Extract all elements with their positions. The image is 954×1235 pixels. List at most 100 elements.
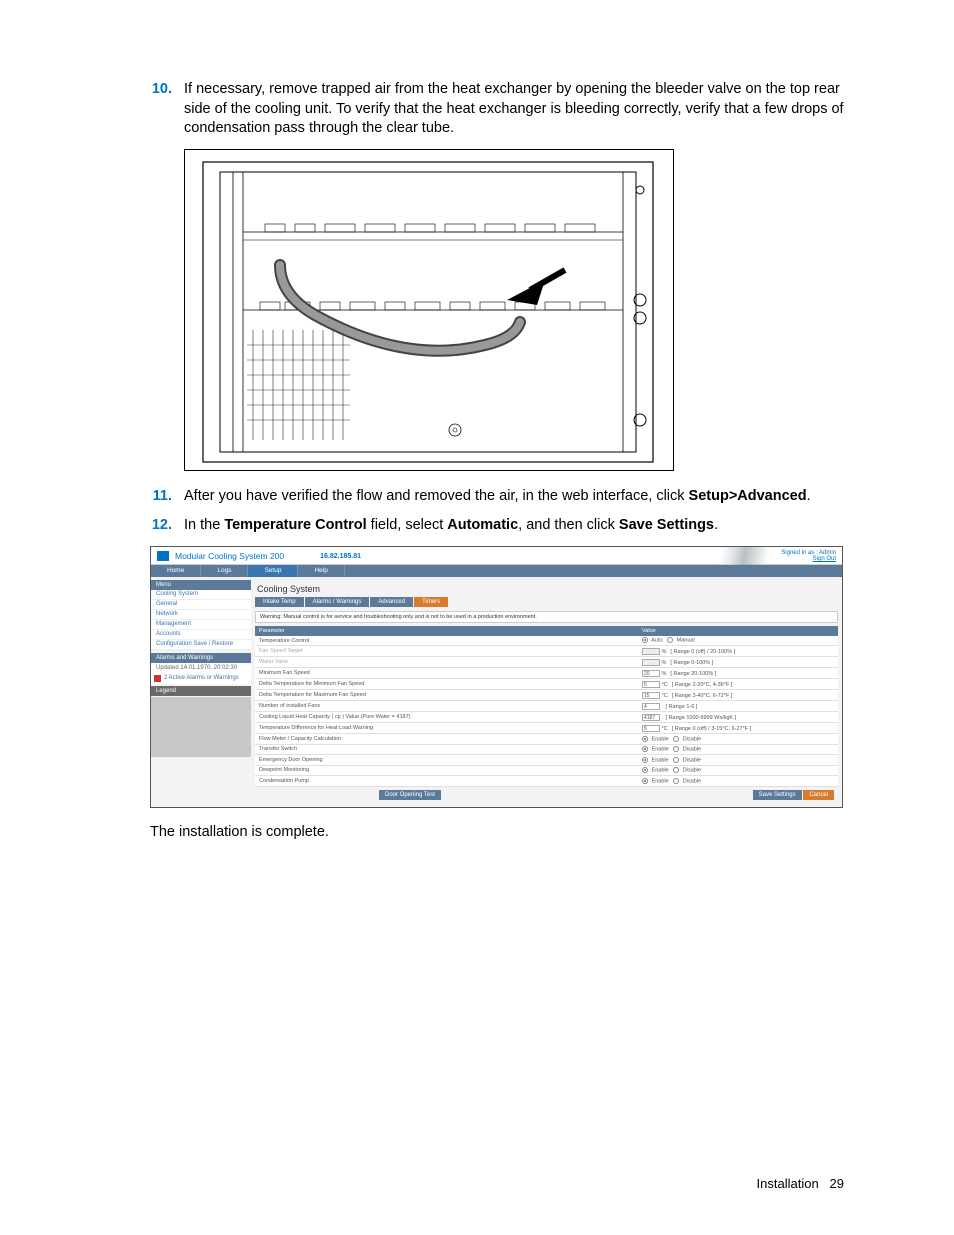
menu-cooling-system[interactable]: Cooling System xyxy=(151,590,251,600)
param-value: Enable Disable xyxy=(638,744,838,754)
nav-help[interactable]: Help xyxy=(298,565,344,577)
range-hint: [ Range 0 (off) / 3-15°C, 6-27°F ] xyxy=(672,726,752,732)
param-label: Delta Temperature for Maximum Fan Speed xyxy=(255,690,638,701)
menu-network[interactable]: Network xyxy=(151,610,251,620)
alarms-count[interactable]: 2 Active Alarms or Warnings xyxy=(151,673,251,684)
product-title: Modular Cooling System 200 xyxy=(175,551,284,561)
step-text: In the Temperature Control field, select… xyxy=(184,516,844,536)
menu-general[interactable]: General xyxy=(151,600,251,610)
parameters-table: Parameter Value Temperature Control Auto… xyxy=(255,626,838,787)
menu-management[interactable]: Management xyxy=(151,620,251,630)
alarms-header: Alarms and Warnings xyxy=(151,653,251,663)
range-hint: [ Range 1-6 ] xyxy=(666,704,698,710)
param-label: Condensation Pump xyxy=(255,776,638,786)
radio-option[interactable] xyxy=(642,736,648,742)
cancel-button[interactable]: Cancel xyxy=(803,790,834,800)
param-value: 20 %[ Range 20-100% ] xyxy=(638,668,838,679)
radio-option[interactable] xyxy=(673,757,679,763)
sidebar-filler xyxy=(151,697,251,757)
param-label: Emergency Door Opening xyxy=(255,755,638,765)
radio-option[interactable] xyxy=(673,746,679,752)
param-label: Transfer Switch xyxy=(255,744,638,754)
range-hint: [ Range 2-20°C, 4-36°F ] xyxy=(672,682,733,688)
sub-tabs: Intake Temp Alarms / Warnings Advanced T… xyxy=(255,597,838,607)
param-value: Enable Disable xyxy=(638,734,838,744)
range-hint: [ Range 0 (off) / 20-100% ] xyxy=(670,649,735,655)
param-value: 5 °C[ Range 0 (off) / 3-15°C, 6-27°F ] xyxy=(638,723,838,734)
radio-option[interactable] xyxy=(642,746,648,752)
tab-advanced[interactable]: Advanced xyxy=(370,597,413,607)
ip-address: 16.82.185.81 xyxy=(320,553,361,560)
radio-option[interactable] xyxy=(673,767,679,773)
value-input xyxy=(642,659,660,666)
warning-banner: Warning: Manual control is for service a… xyxy=(255,611,838,623)
range-hint: [ Range 1000-9999 Ws/kgK ] xyxy=(666,715,737,721)
completion-text: The installation is complete. xyxy=(150,824,844,840)
step-11: 11. After you have verified the flow and… xyxy=(150,487,844,507)
nav-logs[interactable]: Logs xyxy=(201,565,248,577)
door-opening-test-button[interactable]: Door Opening Test xyxy=(379,790,441,800)
range-hint: [ Range 20-100% ] xyxy=(670,671,716,677)
param-value: Enable Disable xyxy=(638,765,838,775)
app-header: Modular Cooling System 200 16.82.185.81 … xyxy=(151,547,842,565)
param-value: 4 [ Range 1-6 ] xyxy=(638,701,838,712)
radio-option[interactable] xyxy=(642,757,648,763)
value-input[interactable]: 20 xyxy=(642,670,660,677)
web-interface-screenshot: Modular Cooling System 200 16.82.185.81 … xyxy=(150,546,843,808)
param-value: 5 °C[ Range 2-20°C, 4-36°F ] xyxy=(638,679,838,690)
value-input[interactable]: 4187 xyxy=(642,714,660,721)
step-text: If necessary, remove trapped air from th… xyxy=(184,80,844,139)
top-nav: Home Logs Setup Help xyxy=(151,565,842,577)
param-label: Temperature Control xyxy=(255,636,638,646)
param-value: Enable Disable xyxy=(638,776,838,786)
step-number: 10. xyxy=(150,80,184,139)
radio-option[interactable] xyxy=(667,637,673,643)
param-label: Flow Meter / Capacity Calculation xyxy=(255,734,638,744)
value-input[interactable]: 5 xyxy=(642,725,660,732)
save-settings-button[interactable]: Save Settings xyxy=(753,790,802,800)
step-number: 11. xyxy=(150,487,184,507)
value-input[interactable]: 4 xyxy=(642,703,660,710)
value-input[interactable]: 5 xyxy=(642,681,660,688)
button-row: Door Opening Test Save Settings Cancel xyxy=(255,787,838,803)
alert-icon xyxy=(154,675,161,682)
param-value: 15 °C[ Range 3-40°C, 6-72°F ] xyxy=(638,690,838,701)
th-value: Value xyxy=(638,626,838,636)
menu-header: Menu xyxy=(151,580,251,590)
main-panel: Cooling System Intake Temp Alarms / Warn… xyxy=(251,580,842,807)
value-input[interactable]: 15 xyxy=(642,692,660,699)
menu-accounts[interactable]: Accounts xyxy=(151,630,251,640)
nav-setup[interactable]: Setup xyxy=(248,565,298,577)
radio-option[interactable] xyxy=(642,767,648,773)
nav-home[interactable]: Home xyxy=(151,565,201,577)
tab-alarms-warnings[interactable]: Alarms / Warnings xyxy=(305,597,370,607)
main-title: Cooling System xyxy=(255,582,838,597)
radio-option[interactable] xyxy=(673,778,679,784)
step-number: 12. xyxy=(150,516,184,536)
radio-option[interactable] xyxy=(642,637,648,643)
tab-timers[interactable]: Timers xyxy=(414,597,448,607)
param-label: Water Valve xyxy=(255,657,638,668)
step-10: 10. If necessary, remove trapped air fro… xyxy=(150,80,844,139)
bleeder-valve-diagram xyxy=(184,149,674,471)
param-value: 4187 [ Range 1000-9999 Ws/kgK ] xyxy=(638,712,838,723)
radio-option[interactable] xyxy=(673,736,679,742)
legend-header: Legend xyxy=(151,686,251,696)
param-label: Delta Temperature for Minimum Fan Speed xyxy=(255,679,638,690)
param-label: Temperature Difference for Heat Load War… xyxy=(255,723,638,734)
page-footer: Installation 29 xyxy=(757,1176,844,1191)
param-value: %[ Range 0 (off) / 20-100% ] xyxy=(638,646,838,657)
param-value: Enable Disable xyxy=(638,755,838,765)
tab-intake-temp[interactable]: Intake Temp xyxy=(255,597,304,607)
range-hint: [ Range 3-40°C, 6-72°F ] xyxy=(672,693,733,699)
menu-config-save-restore[interactable]: Configuration Save / Restore xyxy=(151,640,251,650)
param-label: Number of installed Fans xyxy=(255,701,638,712)
param-value: Auto Manual xyxy=(638,636,838,646)
hp-logo-icon xyxy=(157,551,169,561)
step-12: 12. In the Temperature Control field, se… xyxy=(150,516,844,536)
sidebar: Menu Cooling System General Network Mana… xyxy=(151,580,251,807)
range-hint: [ Range 0-100% ] xyxy=(670,660,713,666)
header-decoration xyxy=(672,547,792,565)
param-label: Cooling Liquid Heat Capacity ( cp ) Valu… xyxy=(255,712,638,723)
radio-option[interactable] xyxy=(642,778,648,784)
